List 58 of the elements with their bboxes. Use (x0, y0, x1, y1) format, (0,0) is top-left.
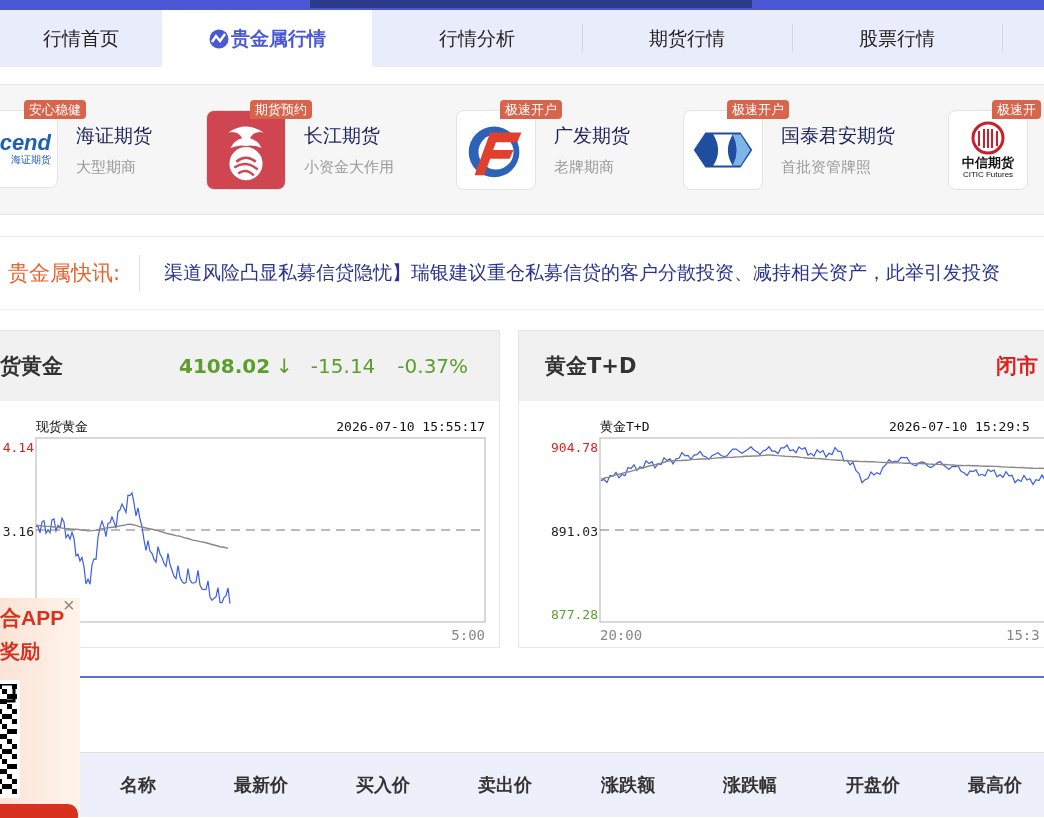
column-header: 涨跌幅 (722, 773, 779, 797)
broker-tagline: 首批资管牌照 (781, 158, 872, 177)
column-header: 最新价 (232, 773, 289, 797)
news-label: 贵金属快讯: (7, 260, 122, 287)
axis-label: 4.14 (2, 440, 34, 455)
hexagon-emblem-icon (693, 132, 753, 168)
nav-tab[interactable]: 行情首页 (0, 10, 162, 67)
logo-text: 中信期货 (962, 154, 1014, 170)
axis-label: 20:00 (600, 627, 643, 643)
column-header: 买入价 (354, 773, 411, 797)
promo-subtitle: 奖励 (0, 638, 40, 665)
broker-tagline: 大型期商 (76, 158, 137, 177)
column-header: 涨跌额 (599, 773, 656, 797)
column-header: 最高价 (966, 773, 1023, 797)
broker-name[interactable]: 长江期货 (304, 123, 394, 149)
nav-tab[interactable]: 行情分析 (372, 10, 582, 67)
trend-arrow-icon: ↓ (276, 354, 293, 378)
current-price: 4108.02 (179, 354, 271, 378)
axis-label: 904.78 (551, 440, 598, 455)
letter-f-emblem-icon (468, 126, 522, 178)
instrument-title: 货黄金 (0, 353, 63, 380)
promo-badge: 极速开户 (727, 100, 789, 119)
chart-timestamp: 2026-07-10 15:29:5 (889, 419, 1030, 434)
broker-tagline: 小资金大作用 (304, 158, 394, 177)
dragon-emblem-icon (228, 126, 264, 181)
promo-badge: 安心稳健 (24, 100, 86, 119)
market-status: 闭市 (996, 353, 1038, 380)
nav-tab[interactable]: 股票行情 (792, 10, 1002, 67)
axis-label: 5:00 (451, 627, 485, 643)
broker-name[interactable]: 海证期货 (76, 123, 152, 149)
column-header: 名称 (119, 773, 158, 797)
axis-label: 877.28 (551, 607, 598, 622)
axis-label: 3.16 (2, 524, 34, 539)
instrument-title: 黄金T+D (545, 353, 637, 380)
promo-badge: 极速开户 (500, 100, 562, 119)
chart-title: 现货黄金 (36, 419, 88, 434)
percent-change: -0.37% (397, 354, 469, 378)
nav-tab[interactable]: 贵金属行情 (162, 10, 372, 67)
logo-text: 海证期货 (11, 154, 51, 166)
axis-label: 15:3 (1006, 627, 1040, 643)
promo-badge: 极速开 (992, 100, 1041, 119)
promo-badge: 期货预约 (250, 100, 312, 119)
logo-text: CITIC Futures (962, 169, 1014, 180)
price-change: -15.14 (310, 354, 376, 378)
column-header: 开盘价 (844, 773, 901, 797)
promo-headline: 合APP (0, 606, 65, 631)
trend-icon (208, 28, 229, 49)
column-header: 卖出价 (477, 773, 534, 797)
chart-timestamp: 2026-07-10 15:55:17 (336, 419, 485, 434)
axis-label: 891.03 (551, 524, 598, 539)
nav-tab[interactable]: 期货行情 (582, 10, 792, 67)
logo-text: cend (0, 132, 51, 154)
broker-tagline: 老牌期商 (554, 158, 615, 177)
circle-emblem-icon (971, 121, 1005, 154)
broker-name[interactable]: 广发期货 (554, 123, 630, 149)
broker-name[interactable]: 国泰君安期货 (781, 123, 895, 149)
news-headline[interactable]: 渠道风险凸显私募信贷隐忧】瑞银建议重仓私募信贷的客户分散投资、减持相关资产，此举引发投资 (140, 260, 1000, 286)
chart-title: 黄金T+D (600, 419, 650, 434)
